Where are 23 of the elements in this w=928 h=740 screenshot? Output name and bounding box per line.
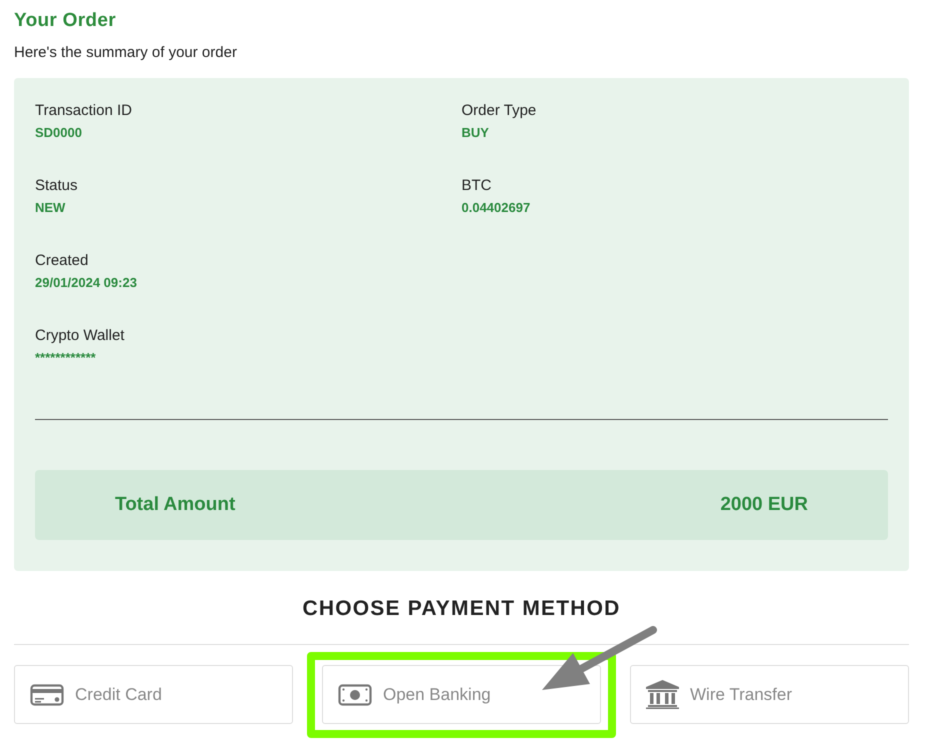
- bank-icon: [646, 680, 679, 709]
- field-value: 0.04402697: [462, 199, 530, 217]
- field-label: Order Type: [462, 101, 536, 121]
- field-label: Status: [35, 176, 78, 196]
- field-value: NEW: [35, 199, 66, 217]
- page-subtitle: Here's the summary of your order: [14, 43, 237, 63]
- field-value: 29/01/2024 09:23: [35, 274, 137, 292]
- field-value: ************: [35, 349, 96, 367]
- section-heading: CHOOSE PAYMENT METHOD: [302, 596, 621, 622]
- field-label: Transaction ID: [35, 101, 132, 121]
- total-label: Total Amount: [115, 494, 236, 516]
- payment-method-button[interactable]: Credit Card: [14, 665, 293, 724]
- field-label: BTC: [462, 176, 492, 196]
- payment-method-button[interactable]: Open Banking: [322, 665, 601, 724]
- field-value: BUY: [462, 124, 489, 142]
- banknote-icon: [338, 684, 372, 706]
- page-title: Your Order: [14, 9, 116, 33]
- field-value: SD0000: [35, 124, 82, 142]
- field-label: Crypto Wallet: [35, 326, 124, 346]
- field-label: Created: [35, 251, 88, 271]
- total-value: 2000 EUR: [720, 494, 808, 516]
- payment-method-button[interactable]: Wire Transfer: [630, 665, 909, 724]
- credit-card-icon: [30, 684, 64, 706]
